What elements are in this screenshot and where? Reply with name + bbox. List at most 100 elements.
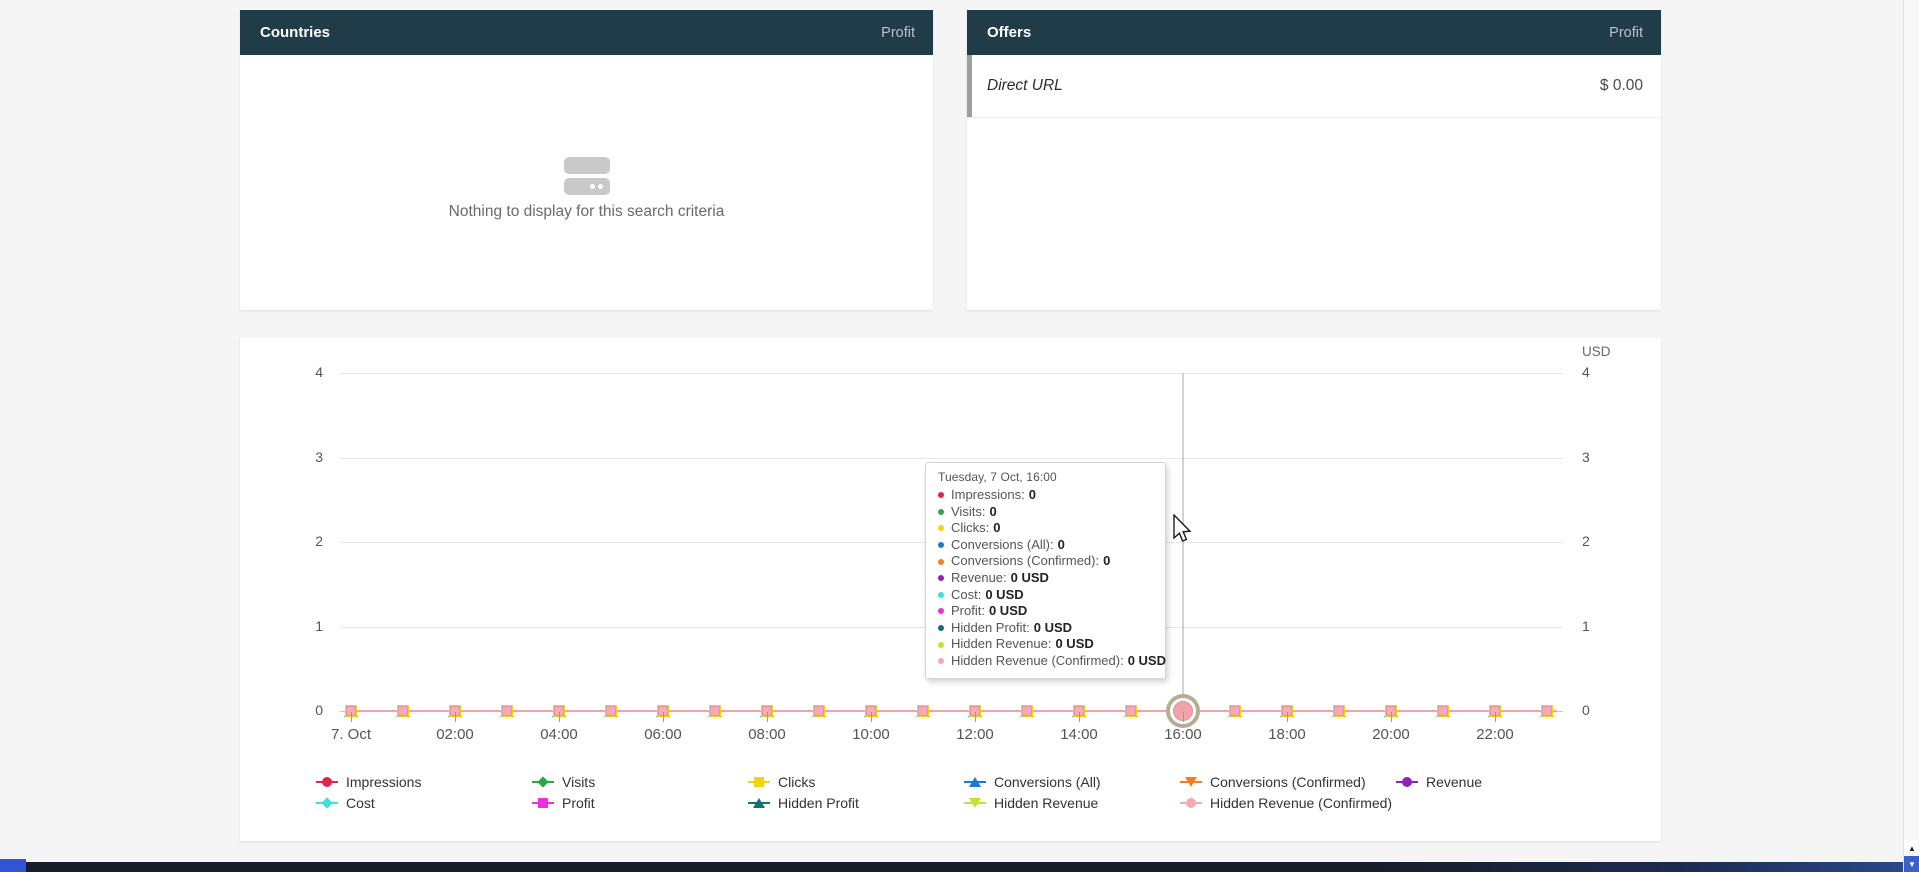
gridline	[340, 458, 1563, 459]
x-axis-tick	[663, 712, 664, 722]
tooltip-item-value: 0 USD	[989, 603, 1027, 620]
tooltip-item-label: Hidden Profit:	[951, 620, 1030, 637]
legend-item-label: Hidden Revenue (Confirmed)	[1210, 795, 1392, 811]
y-tick-label-left: 1	[280, 618, 323, 634]
series-marker	[603, 703, 619, 719]
y-axis-unit-label: USD	[1582, 344, 1622, 359]
tooltip-item: Revenue:0 USD	[938, 570, 1153, 587]
legend-marker-circle	[1180, 795, 1202, 811]
legend-item-label: Hidden Profit	[778, 795, 859, 811]
no-data-icon	[564, 157, 610, 197]
legend-item-label: Conversions (Confirmed)	[1210, 774, 1366, 790]
tooltip-item: Clicks:0	[938, 520, 1153, 537]
series-marker	[499, 703, 515, 719]
offers-panel-title: Offers	[987, 24, 1031, 41]
x-axis-tick	[559, 712, 560, 722]
x-axis-tick	[1079, 712, 1080, 722]
tooltip-item-value: 0 USD	[1011, 570, 1049, 587]
x-axis-tick	[351, 712, 352, 722]
x-tick-label: 08:00	[727, 726, 807, 743]
legend-marker-circle	[316, 774, 338, 790]
tooltip-series-bullet	[938, 559, 944, 565]
offers-panel-header: Offers Profit	[967, 10, 1661, 55]
legend-item-label: Impressions	[346, 774, 421, 790]
y-tick-label-right: 0	[1582, 702, 1618, 718]
tooltip-item-label: Hidden Revenue:	[951, 636, 1051, 653]
legend-marker-triangle-up	[748, 795, 770, 811]
x-tick-label: 10:00	[831, 726, 911, 743]
tooltip-item: Hidden Revenue:0 USD	[938, 636, 1153, 653]
legend-item[interactable]: Hidden Profit	[748, 795, 859, 811]
offer-name[interactable]: Direct URL	[987, 77, 1063, 95]
series-marker	[1227, 703, 1243, 719]
legend-item[interactable]: Conversions (All)	[964, 774, 1101, 790]
tooltip-item: Visits:0	[938, 504, 1153, 521]
tooltip-item-value: 0	[989, 504, 996, 521]
x-tick-label: 14:00	[1039, 726, 1119, 743]
tooltip-item-value: 0 USD	[1128, 653, 1166, 670]
tooltip-item: Cost:0 USD	[938, 587, 1153, 604]
tooltip-series-bullet	[938, 625, 944, 631]
tooltip-item-value: 0 USD	[1055, 636, 1093, 653]
legend-item[interactable]: Visits	[532, 774, 595, 790]
dashboard-page: Countries Profit Nothing to display for …	[0, 0, 1919, 872]
offers-metric-label[interactable]: Profit	[1609, 25, 1643, 41]
scrollbar-down-button[interactable]: ▼	[1904, 856, 1919, 872]
legend-marker-diamond	[316, 795, 338, 811]
legend-marker-diamond	[532, 774, 554, 790]
tooltip-item-value: 0	[1103, 553, 1110, 570]
x-axis-tick	[1287, 712, 1288, 722]
tooltip-item-label: Conversions (All):	[951, 537, 1054, 554]
series-marker	[915, 703, 931, 719]
tooltip-item-label: Revenue:	[951, 570, 1007, 587]
legend-item[interactable]: Hidden Revenue	[964, 795, 1098, 811]
tooltip-series-bullet	[938, 608, 944, 614]
tooltip-series-bullet	[938, 575, 944, 581]
tooltip-series-bullet	[938, 658, 944, 664]
legend-item-label: Profit	[562, 795, 595, 811]
x-tick-label: 18:00	[1247, 726, 1327, 743]
series-marker	[1539, 703, 1555, 719]
bottom-left-accent	[0, 859, 26, 872]
tooltip-series-bullet	[938, 509, 944, 515]
tooltip-item-value: 0 USD	[1034, 620, 1072, 637]
series-marker	[1331, 703, 1347, 719]
tooltip-item-label: Cost:	[951, 587, 981, 604]
x-axis-tick	[1183, 712, 1184, 722]
legend-item[interactable]: Impressions	[316, 774, 421, 790]
tooltip-item: Impressions:0	[938, 487, 1153, 504]
x-axis-tick	[767, 712, 768, 722]
hovered-point-marker[interactable]	[1166, 694, 1200, 728]
x-tick-label: 06:00	[623, 726, 703, 743]
legend-item[interactable]: Cost	[316, 795, 375, 811]
legend-marker-triangle-down	[964, 795, 986, 811]
vertical-scrollbar[interactable]: ▲ ▼	[1903, 0, 1919, 872]
legend-item[interactable]: Revenue	[1396, 774, 1482, 790]
tooltip-title: Tuesday, 7 Oct, 16:00	[938, 470, 1153, 484]
tooltip-item: Profit:0 USD	[938, 603, 1153, 620]
countries-panel-title: Countries	[260, 24, 330, 41]
y-tick-label-right: 1	[1582, 618, 1618, 634]
x-tick-label: 12:00	[935, 726, 1015, 743]
legend-item[interactable]: Profit	[532, 795, 595, 811]
legend-item-label: Conversions (All)	[994, 774, 1101, 790]
scrollbar-up-button[interactable]: ▲	[1904, 840, 1919, 856]
tooltip-item-label: Clicks:	[951, 520, 989, 537]
x-axis-tick	[975, 712, 976, 722]
x-axis-tick	[455, 712, 456, 722]
y-tick-label-right: 3	[1582, 449, 1618, 465]
countries-metric-label[interactable]: Profit	[881, 25, 915, 41]
legend-item-label: Revenue	[1426, 774, 1482, 790]
legend-item[interactable]: Clicks	[748, 774, 815, 790]
legend-item[interactable]: Conversions (Confirmed)	[1180, 774, 1366, 790]
tooltip-series-bullet	[938, 542, 944, 548]
x-tick-label: 16:00	[1143, 726, 1223, 743]
countries-panel: Countries Profit Nothing to display for …	[240, 10, 933, 310]
y-tick-label-left: 4	[280, 364, 323, 380]
offer-row-direct-url[interactable]: Direct URL $ 0.00	[967, 55, 1661, 118]
tooltip-item-label: Conversions (Confirmed):	[951, 553, 1099, 570]
offers-panel: Offers Profit Direct URL $ 0.00	[967, 10, 1661, 310]
tooltip-item-value: 0	[993, 520, 1000, 537]
legend-item[interactable]: Hidden Revenue (Confirmed)	[1180, 795, 1392, 811]
tooltip-item-label: Profit:	[951, 603, 985, 620]
